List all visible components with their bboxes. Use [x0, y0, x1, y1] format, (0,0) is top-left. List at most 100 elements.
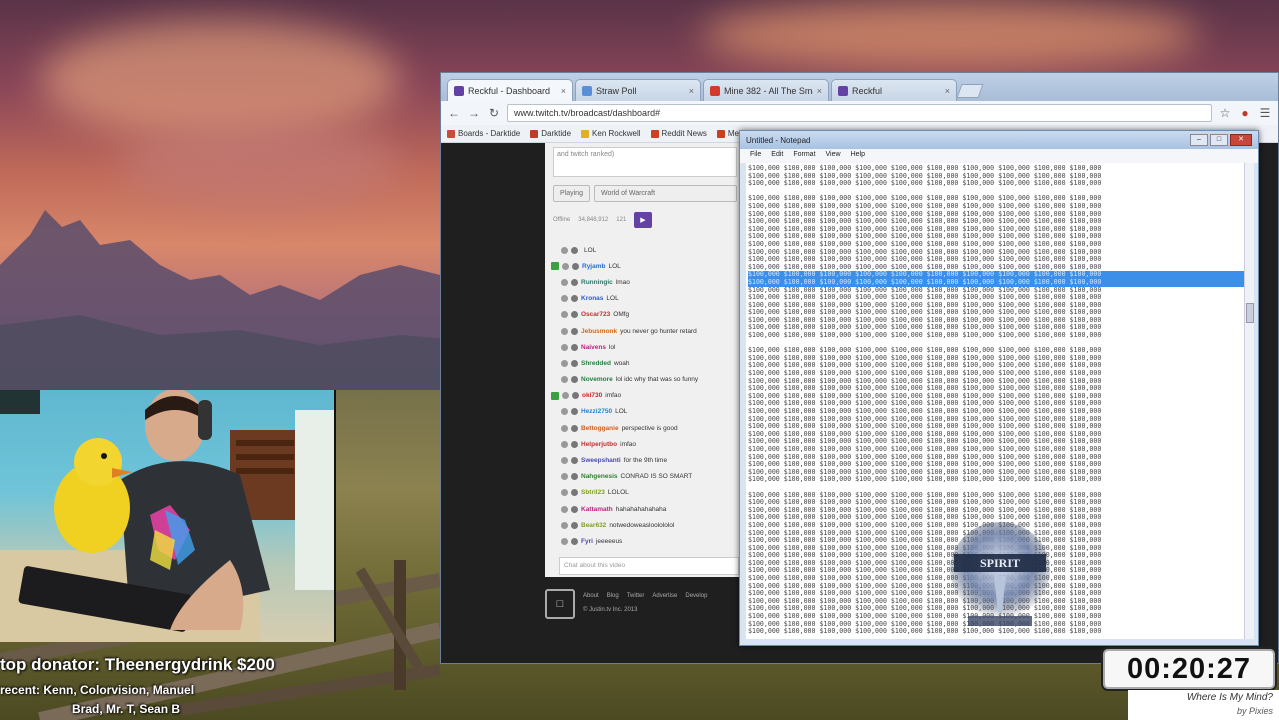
timeout-icon[interactable] [562, 262, 569, 270]
minimize-button[interactable]: – [1190, 134, 1208, 146]
timeout-icon[interactable] [561, 505, 568, 513]
game-select[interactable]: World of Warcraft [593, 185, 737, 202]
commercial-button[interactable]: ▶ [634, 212, 652, 228]
menu-icon[interactable]: ☰ [1258, 106, 1272, 120]
ban-icon[interactable] [571, 311, 578, 319]
browser-tab[interactable]: Mine 382 - All The Small × [703, 79, 829, 101]
timeout-icon[interactable] [561, 278, 568, 286]
chat-username[interactable]: Hezzi2750 [581, 408, 612, 415]
timeout-icon[interactable] [561, 424, 568, 432]
chat-username[interactable]: Bettogganie [581, 425, 619, 432]
ban-icon[interactable] [571, 376, 578, 384]
footer-link[interactable]: Twitter [627, 593, 645, 599]
footer-link[interactable]: Develop [685, 593, 707, 599]
timeout-icon[interactable] [561, 359, 568, 367]
footer-link[interactable]: Blog [607, 593, 619, 599]
timeout-icon[interactable] [561, 295, 568, 303]
timeout-icon[interactable] [561, 537, 568, 545]
scroll-thumb[interactable] [1246, 303, 1254, 323]
timeout-icon[interactable] [561, 489, 568, 497]
chat-input[interactable]: Chat about this video [559, 557, 739, 575]
tab-close-icon[interactable]: × [945, 86, 950, 96]
status-textarea[interactable]: and twitch ranked) [553, 147, 737, 177]
bookmark-item[interactable]: Darktide [530, 129, 571, 138]
chat-username[interactable]: Bear632 [581, 522, 606, 529]
notepad-scrollbar[interactable] [1244, 163, 1254, 639]
timeout-icon[interactable] [561, 457, 568, 465]
extension-icon[interactable]: ● [1238, 106, 1252, 120]
ban-icon[interactable] [571, 295, 578, 303]
timeout-icon[interactable] [561, 327, 568, 335]
address-bar[interactable]: www.twitch.tv/broadcast/dashboard# [507, 104, 1212, 122]
bookmark-item[interactable]: Reddit News [650, 129, 707, 138]
ban-icon[interactable] [571, 424, 578, 432]
chat-username[interactable]: Kronas [581, 295, 603, 302]
chat-username[interactable]: Jebusmonk [581, 328, 617, 335]
ban-icon[interactable] [571, 489, 578, 497]
close-button[interactable]: ✕ [1230, 134, 1252, 146]
notepad-titlebar[interactable]: Untitled - Notepad – □ ✕ [740, 131, 1258, 149]
bookmark-icon [650, 129, 659, 138]
ban-icon[interactable] [572, 392, 579, 400]
bookmark-item[interactable]: Boards - Darktide [447, 129, 520, 138]
browser-tab[interactable]: Reckful × [831, 79, 957, 101]
back-arrow-icon[interactable]: ← [447, 106, 461, 120]
chat-username[interactable]: Novemore [581, 376, 613, 383]
footer-link[interactable]: Advertise [652, 593, 677, 599]
chat-username[interactable]: oki730 [582, 392, 602, 399]
reload-icon[interactable]: ↻ [487, 106, 501, 120]
menu-item[interactable]: Format [793, 151, 815, 161]
forward-arrow-icon[interactable]: → [467, 106, 481, 120]
timeout-icon[interactable] [561, 408, 568, 416]
menu-item[interactable]: Help [851, 151, 865, 161]
tab-close-icon[interactable]: × [689, 86, 694, 96]
browser-tab[interactable]: Straw Poll × [575, 79, 701, 101]
chat-username[interactable]: Oscar723 [581, 311, 610, 318]
tab-close-icon[interactable]: × [561, 86, 566, 96]
maximize-button[interactable]: □ [1210, 134, 1228, 146]
ban-icon[interactable] [571, 521, 578, 529]
twitch-logo-icon[interactable]: □ [545, 589, 575, 619]
chat-username[interactable]: Kattamath [581, 506, 613, 513]
chat-username[interactable]: Helperjutbo [581, 441, 617, 448]
ban-icon[interactable] [571, 505, 578, 513]
ban-icon[interactable] [571, 278, 578, 286]
ban-icon[interactable] [571, 246, 578, 254]
ban-icon[interactable] [571, 457, 578, 465]
timeout-icon[interactable] [561, 311, 568, 319]
tab-close-icon[interactable]: × [817, 86, 822, 96]
new-tab-button[interactable] [956, 84, 984, 98]
menu-item[interactable]: Edit [771, 151, 783, 161]
timeout-icon[interactable] [561, 343, 568, 351]
chat-username[interactable]: Naivens [581, 344, 606, 351]
ban-icon[interactable] [571, 473, 578, 481]
bookmark-item[interactable]: Ken Rockwell [581, 129, 641, 138]
timeout-icon[interactable] [561, 440, 568, 448]
playing-select[interactable]: Playing [553, 185, 590, 202]
ban-icon[interactable] [571, 327, 578, 335]
star-icon[interactable]: ☆ [1218, 106, 1232, 120]
ban-icon[interactable] [571, 343, 578, 351]
ban-icon[interactable] [572, 262, 579, 270]
menu-item[interactable]: File [750, 151, 761, 161]
chat-username[interactable]: Runningic [581, 279, 613, 286]
now-playing-box: Where Is My Mind? by Pixies [1128, 690, 1279, 720]
chat-username[interactable]: Shredded [581, 360, 611, 367]
timeout-icon[interactable] [561, 246, 568, 254]
chat-username[interactable]: Fyri [581, 538, 593, 545]
chat-username[interactable]: Nahgenesis [581, 473, 618, 480]
ban-icon[interactable] [571, 440, 578, 448]
timeout-icon[interactable] [562, 392, 569, 400]
timeout-icon[interactable] [561, 376, 568, 384]
menu-item[interactable]: View [826, 151, 841, 161]
ban-icon[interactable] [571, 408, 578, 416]
timeout-icon[interactable] [561, 521, 568, 529]
timeout-icon[interactable] [561, 473, 568, 481]
ban-icon[interactable] [571, 537, 578, 545]
chat-username[interactable]: Sweepshanti [581, 457, 621, 464]
chat-username[interactable]: Sbtril23 [581, 489, 605, 496]
ban-icon[interactable] [571, 359, 578, 367]
footer-link[interactable]: About [583, 593, 599, 599]
chat-username[interactable]: Ryjamb [582, 263, 605, 270]
browser-tab[interactable]: Reckful - Dashboard × [447, 79, 573, 101]
